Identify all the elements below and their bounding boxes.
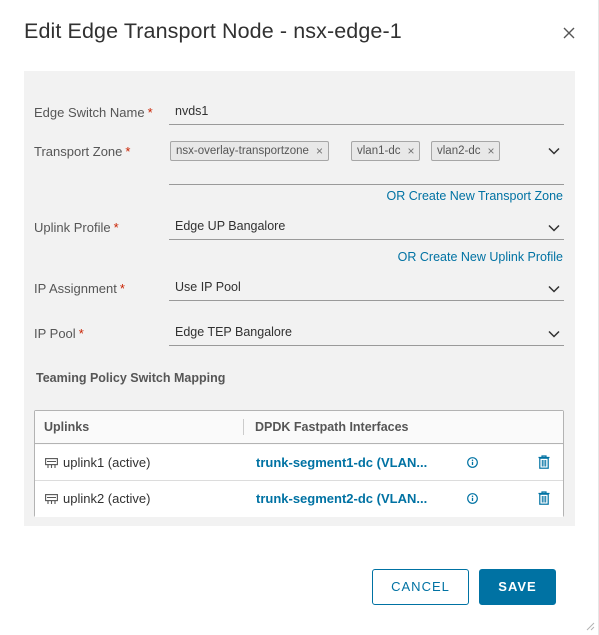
- remove-tag-icon[interactable]: ×: [316, 142, 323, 160]
- dialog-title: Edit Edge Transport Node - nsx-edge-1: [24, 19, 402, 43]
- column-divider[interactable]: [243, 419, 244, 435]
- transport-zone-tag: vlan1-dc ×: [351, 141, 421, 161]
- chevron-down-icon: [548, 330, 560, 338]
- edge-switch-name-field[interactable]: nvds1: [169, 99, 564, 125]
- ip-pool-label: IP Pool *: [34, 326, 84, 341]
- ip-pool-value: Edge TEP Bangalore: [175, 325, 292, 339]
- create-transport-zone-link[interactable]: OR Create New Transport Zone: [387, 189, 563, 203]
- grid-header: Uplinks DPDK Fastpath Interfaces: [35, 411, 563, 444]
- teaming-policy-grid: Uplinks DPDK Fastpath Interfaces uplink1…: [34, 410, 564, 517]
- tag-label: vlan2-dc: [437, 145, 481, 157]
- ip-assignment-value: Use IP Pool: [175, 280, 241, 294]
- uplink-icon: [45, 494, 58, 504]
- uplink-profile-value: Edge UP Bangalore: [175, 219, 286, 233]
- remove-tag-icon[interactable]: ×: [407, 142, 414, 160]
- trash-icon[interactable]: [538, 455, 550, 469]
- uplink-profile-select[interactable]: Edge UP Bangalore: [169, 214, 564, 240]
- teaming-policy-section-title: Teaming Policy Switch Mapping: [36, 371, 226, 385]
- transport-zone-tag: nsx-overlay-transportzone ×: [170, 141, 329, 161]
- column-header-dpdk-interfaces[interactable]: DPDK Fastpath Interfaces: [255, 420, 409, 434]
- ip-assignment-select[interactable]: Use IP Pool: [169, 275, 564, 301]
- edge-switch-name-label: Edge Switch Name *: [34, 105, 153, 120]
- column-header-uplinks[interactable]: Uplinks: [44, 420, 89, 434]
- info-icon[interactable]: [467, 457, 478, 468]
- required-marker: *: [78, 326, 84, 341]
- ip-pool-select[interactable]: Edge TEP Bangalore: [169, 320, 564, 346]
- required-marker: *: [119, 281, 125, 296]
- fastpath-interface-link[interactable]: trunk-segment2-dc (VLAN...: [256, 491, 438, 506]
- required-marker: *: [147, 105, 153, 120]
- uplink-icon: [45, 458, 58, 468]
- create-uplink-profile-link[interactable]: OR Create New Uplink Profile: [398, 250, 563, 264]
- transport-zone-label: Transport Zone *: [34, 144, 131, 159]
- chevron-down-icon: [548, 224, 560, 232]
- info-icon[interactable]: [467, 493, 478, 504]
- required-marker: *: [125, 144, 131, 159]
- chevron-down-icon[interactable]: [548, 147, 560, 155]
- table-row: uplink1 (active) trunk-segment1-dc (VLAN…: [35, 445, 563, 481]
- trash-icon[interactable]: [538, 491, 550, 505]
- resize-grip-icon[interactable]: [583, 619, 595, 631]
- edge-switch-name-value: nvds1: [175, 104, 209, 118]
- tag-label: vlan1-dc: [357, 145, 401, 157]
- tag-label: nsx-overlay-transportzone: [176, 145, 309, 157]
- save-button[interactable]: SAVE: [479, 569, 556, 605]
- ip-assignment-label: IP Assignment *: [34, 281, 125, 296]
- transport-zone-tag: vlan2-dc ×: [431, 141, 501, 161]
- chevron-down-icon: [548, 285, 560, 293]
- cancel-button[interactable]: CANCEL: [372, 569, 469, 605]
- edit-edge-transport-node-dialog: Edit Edge Transport Node - nsx-edge-1 Ed…: [0, 0, 599, 635]
- table-row: uplink2 (active) trunk-segment2-dc (VLAN…: [35, 481, 563, 517]
- required-marker: *: [113, 220, 119, 235]
- uplink-name: uplink1 (active): [63, 455, 151, 470]
- fastpath-interface-link[interactable]: trunk-segment1-dc (VLAN...: [256, 455, 438, 470]
- close-icon[interactable]: [561, 25, 577, 41]
- remove-tag-icon[interactable]: ×: [487, 142, 494, 160]
- uplink-name: uplink2 (active): [63, 491, 151, 506]
- uplink-profile-label: Uplink Profile *: [34, 220, 119, 235]
